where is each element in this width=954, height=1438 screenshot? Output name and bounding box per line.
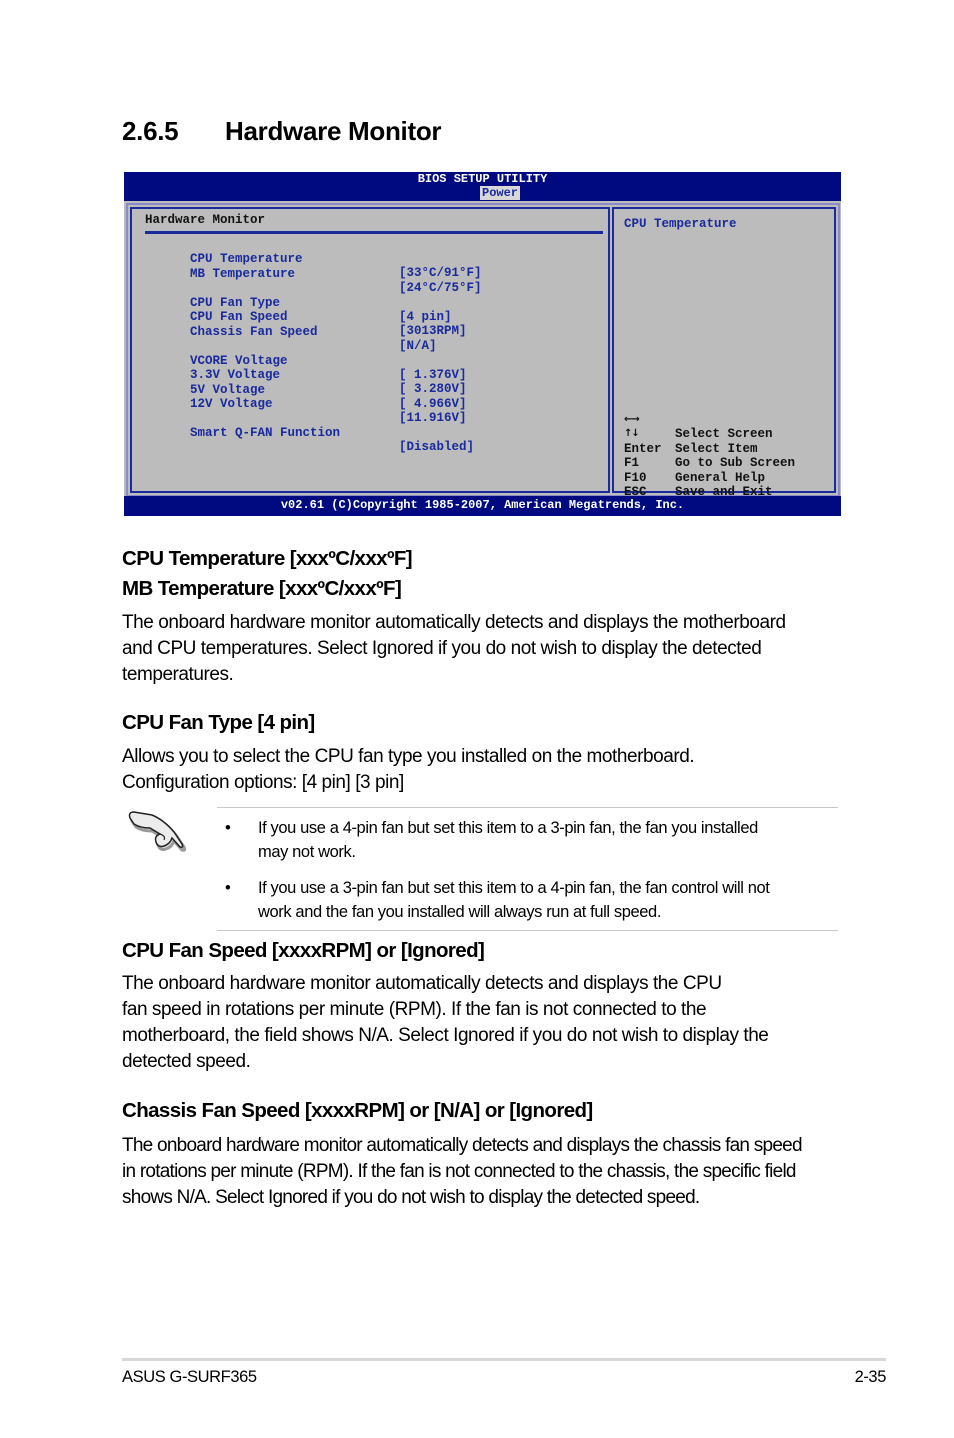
key-description: General Help — [675, 470, 766, 485]
bios-item-value: [24°C/75°F] — [399, 280, 482, 295]
heading-cpu-fan-speed: CPU Fan Speed [xxxxRPM] or [Ignored] — [122, 939, 485, 962]
help-title: CPU Temperature — [624, 217, 737, 231]
section-number: 2.6.5 — [122, 116, 179, 146]
bios-item-value: [ 3.280V] — [399, 382, 467, 396]
bios-item-smart-qfan[interactable]: Smart Q-FAN Function [Disabled] — [145, 412, 474, 468]
paragraph-line: The onboard hardware monitor automatical… — [122, 1135, 803, 1156]
bios-item-value: [3013RPM] — [399, 324, 467, 338]
key-description: Select Item — [675, 441, 758, 456]
note-text: If you use a 4-pin fan but set this item… — [258, 816, 838, 864]
heading-cpu-fan-type: CPU Fan Type [4 pin] — [122, 711, 315, 734]
pointing-hand-icon — [128, 811, 187, 852]
note-line: may not work. — [258, 843, 356, 861]
bios-item-value: [4 pin] — [399, 309, 452, 324]
paragraph-line: and CPU temperatures. Select Ignored if … — [122, 638, 762, 659]
section-title: 2.6.5 Hardware Monitor — [122, 116, 442, 147]
paragraph-line: fan speed in rotations per minute (RPM).… — [122, 999, 707, 1020]
bios-title: BIOS SETUP UTILITY — [417, 172, 548, 186]
bullet: • — [225, 819, 231, 837]
key-row-select-screen: ←→ Select Screen — [624, 398, 773, 442]
note-box: • If you use a 4-pin fan but set this it… — [217, 807, 838, 931]
bios-item-value: [Disabled] — [399, 440, 475, 454]
key-row-enter: Enter Go to Sub Screen — [624, 427, 795, 471]
paragraph-chassis-fan-speed: The onboard hardware monitor automatical… — [122, 1133, 862, 1211]
heading-mb-temperature: MB Temperature [xxxºC/xxxºF] — [122, 577, 402, 600]
footer-page-number: 2-35 — [854, 1368, 887, 1386]
key-legend: ←→ Select Screen ↑↓ Select Item Enter Go… — [624, 398, 795, 514]
footer-divider — [122, 1358, 886, 1361]
note-line: work and the fan you installed will alwa… — [258, 903, 661, 921]
key-row-esc: ESC Exit — [624, 471, 705, 514]
paragraph-line: The onboard hardware monitor automatical… — [122, 973, 722, 994]
key-description: Go to Sub Screen — [675, 456, 796, 470]
key-description: Select Screen — [675, 427, 773, 441]
paragraph-line: shows N/A. Select Ignored if you do not … — [122, 1187, 700, 1208]
heading-cpu-temperature: CPU Temperature [xxxºC/xxxºF] — [122, 547, 413, 570]
bios-item-value: [33°C/91°F] — [399, 266, 482, 280]
bios-item-label: 12V Voltage — [190, 397, 273, 411]
bios-header: BIOS SETUP UTILITY Power — [124, 172, 841, 201]
paragraph-cpu-fan-type: Allows you to select the CPU fan type yo… — [122, 744, 862, 796]
paragraph-cpu-fan-speed: The onboard hardware monitor automatical… — [122, 971, 862, 1075]
note-line: If you use a 4-pin fan but set this item… — [258, 819, 758, 837]
paragraph-line: detected speed. — [122, 1051, 251, 1072]
bios-settings-panel: Hardware Monitor CPU Temperature [33°C/9… — [130, 207, 610, 493]
note-text: If you use a 3-pin fan but set this item… — [258, 876, 838, 924]
bios-item-value: [ 4.966V] — [399, 396, 467, 411]
paragraph-line: motherboard, the field shows N/A. Select… — [122, 1025, 769, 1046]
key-row-f1: F1 General Help — [624, 442, 765, 485]
bios-title-divider — [145, 231, 603, 234]
heading-chassis-fan-speed: Chassis Fan Speed [xxxxRPM] or [N/A] or … — [122, 1099, 593, 1122]
key-row-select-item: ↑↓ Select Item — [624, 413, 758, 456]
note-line: If you use a 3-pin fan but set this item… — [258, 879, 770, 897]
bios-item-value: [N/A] — [399, 338, 437, 353]
bios-item-value: [ 1.376V] — [399, 367, 467, 382]
bios-item-label: Smart Q-FAN Function — [190, 426, 341, 440]
key-row-f10: F10 Save and Exit — [624, 456, 773, 500]
tab-power[interactable]: Power — [480, 186, 521, 200]
bios-help-panel: CPU Temperature ←→ Select Screen ↑↓ Sele… — [612, 207, 836, 514]
paragraph-line: The onboard hardware monitor automatical… — [122, 612, 786, 633]
bios-screenshot: BIOS SETUP UTILITY Power Hardware Monito… — [124, 172, 841, 516]
bios-copyright: v02.61 (C)Copyright 1985-2007, American … — [124, 496, 841, 516]
bios-item-label: Chassis Fan Speed — [190, 324, 318, 339]
paragraph-temperature: The onboard hardware monitor automatical… — [122, 610, 862, 688]
bios-item-value: [11.916V] — [399, 411, 467, 425]
paragraph-line: in rotations per minute (RPM). If the fa… — [122, 1161, 796, 1182]
bios-panel-title: Hardware Monitor — [145, 213, 266, 227]
section-title-text: Hardware Monitor — [225, 116, 442, 146]
paragraph-line: Allows you to select the CPU fan type yo… — [122, 746, 695, 767]
paragraph-line: temperatures. — [122, 664, 234, 685]
paragraph-line: Configuration options: [4 pin] [3 pin] — [122, 772, 404, 793]
bullet: • — [225, 879, 231, 897]
footer-product-name: ASUS G-SURF365 — [122, 1368, 257, 1386]
bios-item-label: MB Temperature — [190, 266, 296, 281]
